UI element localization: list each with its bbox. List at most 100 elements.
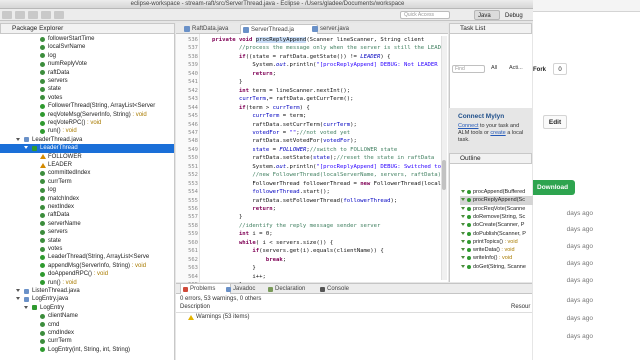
code-line[interactable]: if((state = raftData.getState()) != LEAD… bbox=[212, 53, 448, 61]
code-line[interactable]: int i = 0; bbox=[212, 230, 448, 238]
column-resource[interactable]: Resour bbox=[511, 304, 530, 310]
expand-arrow-icon[interactable] bbox=[16, 289, 20, 292]
fork-button[interactable]: Fork bbox=[533, 65, 551, 75]
warnings-group-row[interactable]: Warnings (53 items) bbox=[184, 314, 249, 320]
package-tree-item[interactable]: appendMsg(ServerInfo, String) : void bbox=[0, 262, 174, 270]
package-tree-item[interactable]: cmdIndex bbox=[0, 329, 174, 337]
code-line[interactable]: raftData.setState(state);//reset the sta… bbox=[212, 154, 448, 162]
package-tree-item[interactable]: LEADER bbox=[0, 161, 174, 169]
mylyn-connect-link[interactable]: Connect bbox=[458, 123, 479, 129]
package-tree-item[interactable]: LogEntry bbox=[0, 304, 174, 312]
package-tree-item[interactable]: state bbox=[0, 85, 174, 93]
edit-button[interactable]: Edit bbox=[543, 115, 567, 129]
package-tree-item[interactable]: nextIndex bbox=[0, 203, 174, 211]
new-icon[interactable] bbox=[2, 11, 12, 19]
code-line[interactable]: currTerm = term; bbox=[212, 112, 448, 120]
code-line[interactable]: i++; bbox=[212, 273, 448, 281]
code-line[interactable]: if(servers.get(i).equals(clientName)) { bbox=[212, 247, 448, 255]
package-explorer-tree[interactable]: followerStartTime localSvrName log numReply… bbox=[0, 34, 175, 360]
code-line[interactable]: followerThread.start(); bbox=[212, 188, 448, 196]
code-line[interactable]: break; bbox=[212, 256, 448, 264]
package-tree-item[interactable]: LeaderThread.java bbox=[0, 136, 174, 144]
expand-arrow-icon[interactable] bbox=[16, 297, 20, 301]
visibility-icon bbox=[461, 206, 465, 210]
save-icon[interactable] bbox=[15, 11, 25, 19]
code-line[interactable]: } bbox=[212, 78, 448, 86]
code-line[interactable]: raftData.setVotedFor(votedFor); bbox=[212, 137, 448, 145]
expand-arrow-icon[interactable] bbox=[16, 137, 20, 141]
package-tree-item[interactable]: votes bbox=[0, 94, 174, 102]
package-tree-item[interactable]: numReplyVote bbox=[0, 60, 174, 68]
download-button[interactable]: Download bbox=[533, 180, 575, 195]
expand-arrow-icon[interactable] bbox=[24, 146, 28, 150]
code-line[interactable]: currTerm,= raftData.getCurrTerm(); bbox=[212, 95, 448, 103]
code-line[interactable]: } bbox=[212, 264, 448, 272]
package-tree-item[interactable]: raftData bbox=[0, 69, 174, 77]
code-line[interactable]: //identify the reply message sender serv… bbox=[212, 222, 448, 230]
package-tree-item[interactable]: reqVoteMsg(ServerInfo, String) : void bbox=[0, 111, 174, 119]
package-tree-item[interactable]: localSvrName bbox=[0, 43, 174, 51]
package-tree-item[interactable]: servers bbox=[0, 228, 174, 236]
quick-access-input[interactable]: Quick Access bbox=[400, 11, 450, 19]
column-description[interactable]: Description bbox=[180, 304, 210, 310]
package-tree-item[interactable]: committedIndex bbox=[0, 169, 174, 177]
package-tree-item[interactable]: matchIndex bbox=[0, 195, 174, 203]
code-line[interactable]: int term = lineScanner.nextInt(); bbox=[212, 87, 448, 95]
outline-tab[interactable]: Outline bbox=[449, 153, 532, 164]
package-explorer-tab[interactable]: Package Explorer bbox=[0, 23, 175, 34]
package-tree-item[interactable]: LeaderThread(String, ArrayList<Serve bbox=[0, 253, 174, 261]
code-line[interactable]: private void procReplyAppend(Scanner lin… bbox=[212, 36, 448, 44]
task-list-tab[interactable]: Task List bbox=[449, 23, 532, 34]
code-line[interactable]: raftData.setCurrTerm(currTerm); bbox=[212, 121, 448, 129]
code-line[interactable]: raftData.setFollowerThread(followerThrea… bbox=[212, 197, 448, 205]
editor-scrollbar[interactable] bbox=[441, 36, 447, 280]
code-line[interactable]: return; bbox=[212, 205, 448, 213]
package-tree-item[interactable]: reqVoteRPC() : void bbox=[0, 119, 174, 127]
code-line[interactable]: //new FollowerThread(localServerName, se… bbox=[212, 171, 448, 179]
package-tree-item[interactable]: clientName bbox=[0, 312, 174, 320]
package-tree-item[interactable]: run() : void bbox=[0, 127, 174, 135]
package-tree-item[interactable]: ListenThread.java bbox=[0, 287, 174, 295]
package-tree-item[interactable]: FOLLOWER bbox=[0, 153, 174, 161]
package-tree-item[interactable]: followerStartTime bbox=[0, 35, 174, 43]
package-tree-item[interactable]: doAppendRPC() : void bbox=[0, 270, 174, 278]
package-tree-item[interactable]: currTerm bbox=[0, 178, 174, 186]
perspective-debug-button[interactable]: Debug bbox=[501, 10, 533, 20]
package-tree-item[interactable]: log bbox=[0, 52, 174, 60]
editor-scrollbar-thumb[interactable] bbox=[442, 160, 446, 190]
search-icon[interactable] bbox=[54, 11, 64, 19]
expand-arrow-icon[interactable] bbox=[24, 305, 28, 309]
package-tree-item[interactable]: FollowerThread(String, ArrayList<Server bbox=[0, 102, 174, 110]
package-tree-item[interactable]: LogEntry.java bbox=[0, 295, 174, 303]
debug-icon[interactable] bbox=[28, 11, 38, 19]
package-tree-item[interactable]: serverName bbox=[0, 220, 174, 228]
editor-tab-raftdata[interactable]: RaftData.java bbox=[182, 24, 248, 34]
code-line[interactable]: if(term > currTerm) { bbox=[212, 104, 448, 112]
package-tree-item[interactable]: servers bbox=[0, 77, 174, 85]
task-filter-all[interactable]: All bbox=[491, 65, 497, 71]
package-tree-item[interactable]: state bbox=[0, 237, 174, 245]
code-line[interactable]: votedFor = "";//not voted yet bbox=[212, 129, 448, 137]
task-find-input[interactable]: Find bbox=[452, 65, 485, 73]
package-tree-item[interactable]: LeaderThread bbox=[0, 144, 174, 153]
package-tree-item[interactable]: run() : void bbox=[0, 279, 174, 287]
package-tree-item[interactable]: cmd bbox=[0, 321, 174, 329]
package-tree-item[interactable]: votes bbox=[0, 245, 174, 253]
code-line[interactable]: while( i < servers.size()) { bbox=[212, 239, 448, 247]
task-activate[interactable]: Acti... bbox=[509, 65, 523, 71]
perspective-java-button[interactable]: Java bbox=[474, 10, 500, 20]
package-tree-item[interactable]: raftData bbox=[0, 211, 174, 219]
code-line[interactable]: //process the message only when the serv… bbox=[212, 44, 448, 52]
package-tree-item[interactable]: currTerm bbox=[0, 337, 174, 345]
code-line[interactable]: System.out.println("[procReplyAppend] DE… bbox=[212, 61, 448, 69]
mylyn-create-link[interactable]: create bbox=[490, 130, 505, 136]
code-line[interactable]: FollowerThread followerThread = new Foll… bbox=[212, 180, 448, 188]
code-line[interactable]: } bbox=[212, 213, 448, 221]
code-line[interactable]: state = FOLLOWER;//switch to FOLLOWER st… bbox=[212, 146, 448, 154]
editor-tab-server[interactable]: server.java bbox=[310, 24, 376, 34]
run-icon[interactable] bbox=[41, 11, 51, 19]
package-tree-item[interactable]: LogEntry(int, String, int, String) bbox=[0, 346, 174, 354]
code-line[interactable]: System.out.println("[procReplyAppend] DE… bbox=[212, 163, 448, 171]
code-line[interactable]: return; bbox=[212, 70, 448, 78]
package-tree-item[interactable]: log bbox=[0, 186, 174, 194]
